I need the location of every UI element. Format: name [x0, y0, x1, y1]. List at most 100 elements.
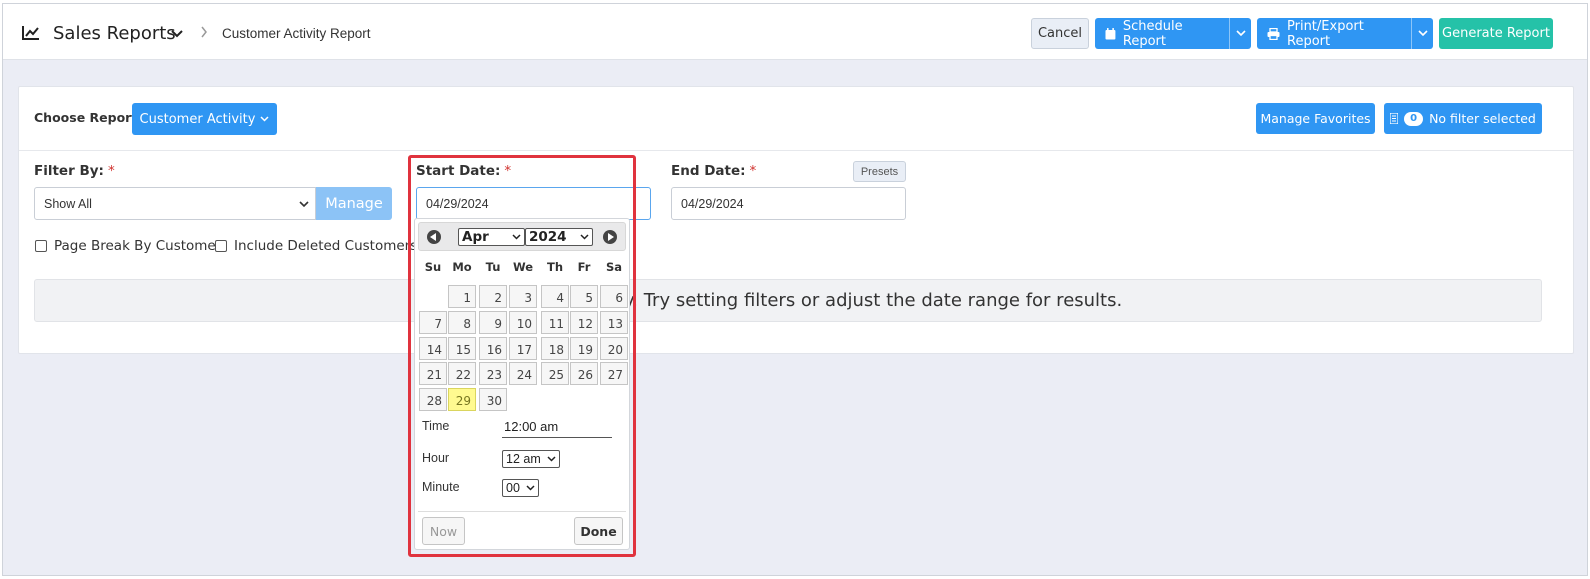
now-button[interactable]: Now — [422, 517, 465, 545]
hour-select[interactable]: 12 am — [502, 450, 560, 468]
calendar-day[interactable]: 28 — [419, 388, 447, 412]
time-label: Time — [422, 419, 450, 433]
manage-favorites-button[interactable]: Manage Favorites — [1256, 103, 1375, 134]
datepicker: Apr 2024 Su Mo Tu We Th Fr Sa 1 2 3 4 5 6 7 8 9 10 11 12 1… — [414, 218, 630, 550]
calendar-day[interactable]: 17 — [509, 336, 537, 360]
chevron-down-icon — [547, 456, 556, 462]
chevron-right-icon — [201, 26, 207, 38]
calendar-day[interactable]: 13 — [600, 310, 628, 334]
hour-value: 12 am — [506, 452, 541, 466]
calendar-day[interactable]: 15 — [448, 336, 476, 360]
chevron-down-icon — [580, 234, 589, 240]
calendar-day[interactable]: 19 — [570, 336, 598, 360]
schedule-dropdown-toggle[interactable] — [1229, 18, 1251, 49]
weekday-label: We — [512, 260, 534, 274]
datepicker-divider — [418, 511, 626, 512]
printer-icon — [1267, 27, 1280, 40]
chevron-down-icon — [1417, 30, 1428, 37]
calendar-day[interactable]: 4 — [541, 285, 569, 308]
end-date-label-text: End Date: — [671, 163, 746, 179]
calendar-day[interactable]: 9 — [479, 310, 507, 334]
filter-status-button[interactable]: 0 No filter selected — [1384, 103, 1542, 134]
calendar-day[interactable]: 16 — [479, 336, 507, 360]
calendar-day[interactable]: 5 — [570, 285, 598, 308]
weekday-label: Th — [546, 260, 564, 274]
calendar-day[interactable]: 7 — [419, 310, 447, 334]
calendar-day[interactable]: 26 — [570, 362, 598, 386]
calendar-day[interactable]: 3 — [509, 285, 537, 308]
weekday-label: Sa — [605, 260, 623, 274]
manage-button[interactable]: Manage — [316, 187, 392, 220]
calendar-day[interactable]: 21 — [419, 362, 447, 386]
datepicker-header: Apr 2024 — [418, 222, 626, 251]
report-select-label: Customer Activity — [139, 111, 256, 127]
next-month-icon[interactable] — [603, 230, 617, 244]
prev-month-icon[interactable] — [427, 230, 441, 244]
cancel-button[interactable]: Cancel — [1031, 18, 1089, 49]
done-button[interactable]: Done — [574, 517, 623, 545]
print-dropdown-toggle[interactable] — [1411, 18, 1433, 49]
checkbox-box[interactable] — [35, 240, 47, 252]
app-frame: Sales Reports Customer Activity Report C… — [2, 3, 1588, 576]
selected-day[interactable]: 29 — [448, 388, 476, 412]
calendar-day[interactable]: 8 — [448, 310, 476, 334]
minute-value: 00 — [506, 481, 520, 495]
weekday-label: Fr — [577, 260, 591, 274]
chevron-down-icon — [526, 485, 535, 491]
calendar-day[interactable]: 20 — [600, 336, 628, 360]
calendar-day[interactable]: 12 — [570, 310, 598, 334]
minute-select[interactable]: 00 — [502, 479, 539, 497]
calendar-day[interactable]: 14 — [419, 336, 447, 360]
page-title[interactable]: Sales Reports — [53, 23, 176, 44]
calendar-day[interactable]: 1 — [448, 285, 476, 308]
calendar-day[interactable]: 11 — [541, 310, 569, 334]
presets-button[interactable]: Presets — [853, 161, 906, 182]
filter-icon — [1390, 113, 1399, 124]
filter-by-value: Show All — [44, 196, 92, 211]
calendar-day[interactable]: 22 — [448, 362, 476, 386]
report-panel: Choose Report Customer Activity Manage F… — [18, 86, 1574, 354]
month-value: Apr — [462, 229, 489, 245]
chevron-down-icon — [299, 201, 309, 208]
filter-by-label: Filter By: * — [34, 163, 115, 179]
generate-report-button[interactable]: Generate Report — [1439, 18, 1553, 49]
section-divider — [19, 150, 1573, 151]
required-mark: * — [107, 163, 115, 179]
schedule-report-label: Schedule Report — [1122, 18, 1183, 49]
weekday-label: Su — [424, 260, 442, 274]
chevron-down-icon[interactable] — [171, 29, 183, 39]
checkbox-box[interactable] — [215, 240, 227, 252]
month-select[interactable]: Apr — [458, 228, 525, 246]
calendar-day[interactable]: 2 — [479, 285, 507, 308]
year-select[interactable]: 2024 — [525, 228, 593, 246]
weekday-label: Tu — [485, 260, 501, 274]
report-select-button[interactable]: Customer Activity — [132, 103, 277, 135]
calendar-day[interactable]: 30 — [479, 388, 507, 412]
filter-by-select[interactable]: Show All — [34, 187, 316, 220]
calendar-day[interactable]: 6 — [600, 285, 628, 308]
line-chart-icon — [22, 26, 39, 40]
minute-label: Minute — [422, 480, 460, 494]
calendar-day[interactable]: 27 — [600, 362, 628, 386]
hour-label: Hour — [422, 451, 450, 465]
filter-count-badge: 0 — [1404, 111, 1424, 126]
calendar-day[interactable]: 25 — [541, 362, 569, 386]
print-export-label: Print/Export Report — [1287, 18, 1364, 49]
include-deleted-checkbox[interactable]: Include Deleted Customers — [215, 238, 417, 254]
filter-by-label-text: Filter By: — [34, 163, 104, 179]
empty-report-message: This report is empty. Try setting filter… — [34, 279, 1542, 322]
schedule-report-button[interactable]: Schedule Report — [1095, 18, 1251, 49]
page-break-checkbox[interactable]: Page Break By Customer — [35, 238, 221, 254]
end-date-input[interactable]: 04/29/2024 — [671, 187, 906, 220]
chevron-down-icon — [1235, 30, 1246, 37]
calendar-day[interactable]: 18 — [541, 336, 569, 360]
year-value: 2024 — [529, 229, 567, 245]
calendar-day[interactable]: 23 — [479, 362, 507, 386]
choose-report-label: Choose Report — [34, 110, 138, 125]
calendar-icon — [1105, 27, 1116, 39]
required-mark: * — [749, 163, 757, 179]
calendar-day[interactable]: 24 — [509, 362, 537, 386]
chevron-down-icon — [512, 234, 521, 240]
print-export-button[interactable]: Print/Export Report — [1257, 18, 1433, 49]
calendar-day[interactable]: 10 — [509, 310, 537, 334]
